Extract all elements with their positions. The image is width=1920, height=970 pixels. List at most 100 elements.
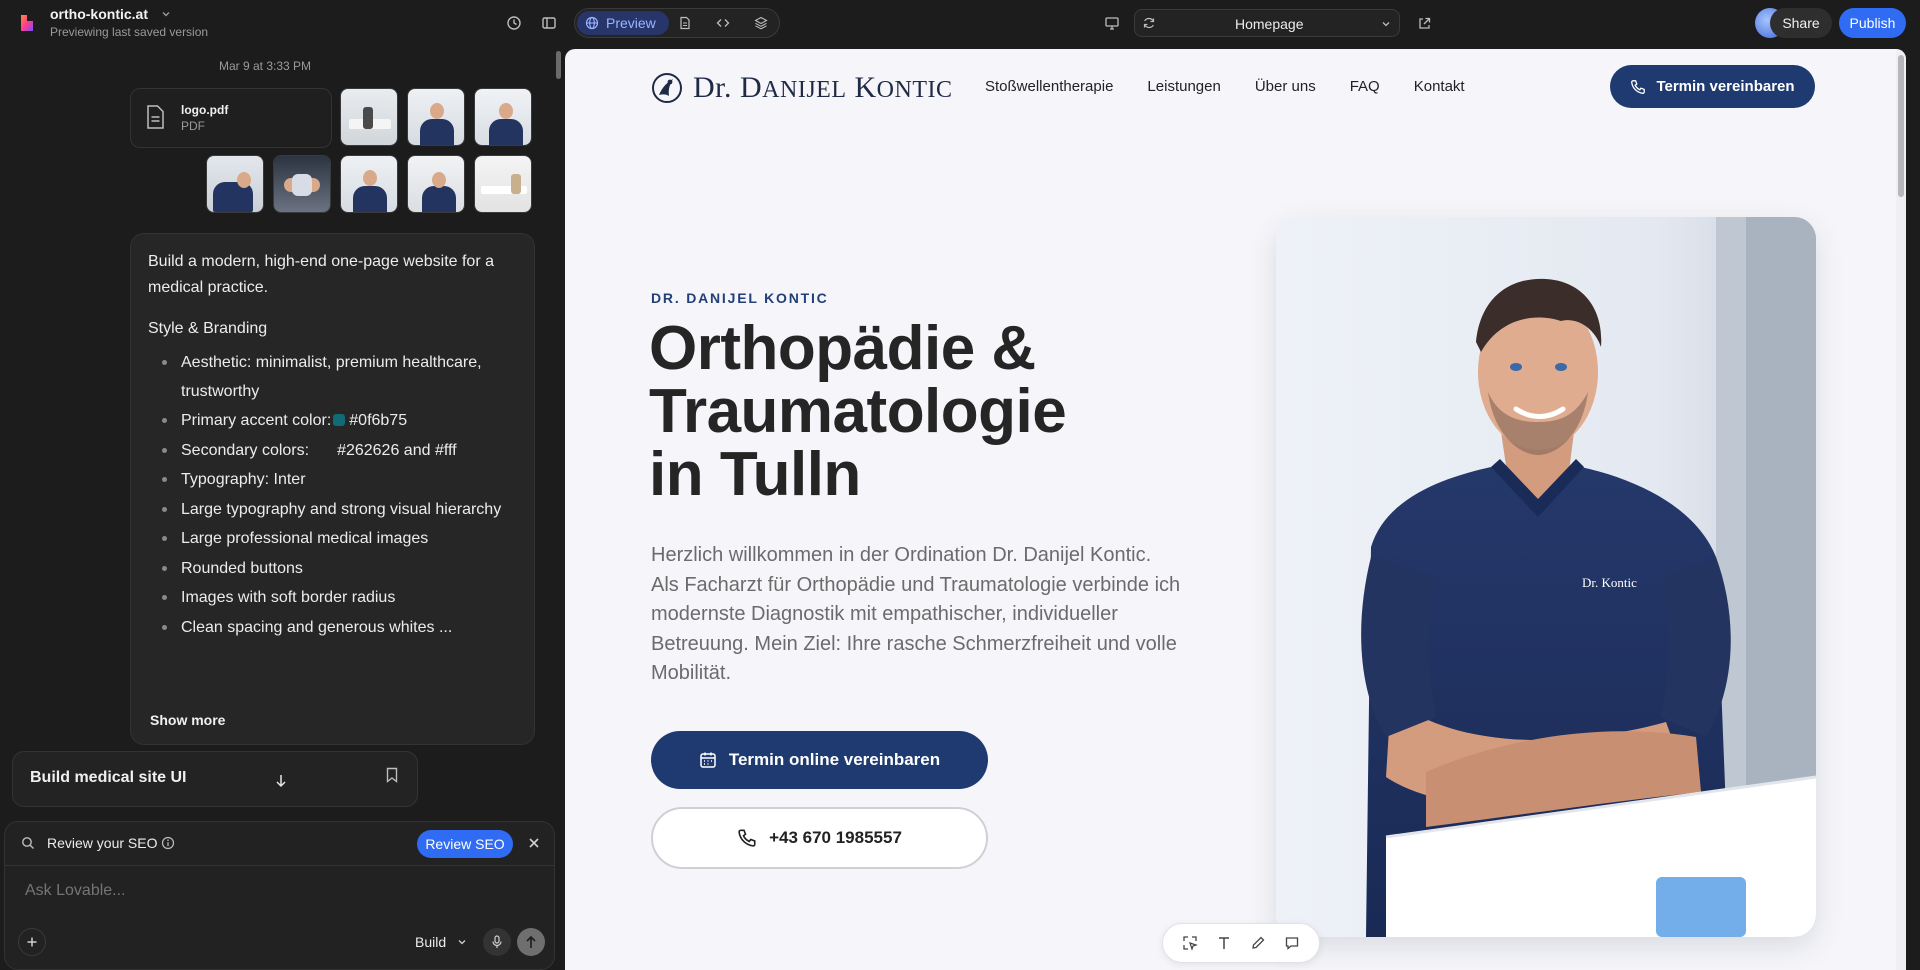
nav-link-kontakt[interactable]: Kontakt (1414, 78, 1465, 95)
composer: Review your SEO Review SEO Build (4, 821, 555, 970)
site-header: Dr. Danijel Kontic Stoßwellentherapie Le… (565, 49, 1896, 139)
user-message: Build a modern, high-end one-page websit… (130, 233, 535, 745)
visual-edit-toolbar (1162, 923, 1320, 963)
seo-text: Review your SEO (47, 835, 158, 851)
attachment-name: logo.pdf (181, 103, 229, 117)
chevron-down-icon (1381, 19, 1391, 29)
plus-icon (27, 937, 37, 947)
share-button[interactable]: Share (1770, 8, 1832, 38)
attachment-card[interactable]: logo.pdf PDF (130, 88, 332, 148)
open-external-icon[interactable] (1410, 9, 1438, 37)
list-item: Images with soft border radius (148, 583, 528, 613)
image-thumbnail[interactable] (340, 88, 398, 146)
chevron-down-icon[interactable] (457, 937, 467, 947)
phone-icon (1631, 79, 1646, 94)
bookmark-icon[interactable] (385, 767, 399, 783)
review-seo-button[interactable]: Review SEO (417, 830, 513, 858)
image-thumbnail[interactable] (407, 88, 465, 146)
text-tool-icon[interactable] (1216, 935, 1232, 951)
list-item: Aesthetic: minimalist, premium healthcar… (148, 348, 528, 406)
arrow-up-icon (526, 935, 536, 948)
show-more-button[interactable]: Show more (150, 712, 225, 728)
color-swatch-icon (315, 443, 328, 456)
image-thumbnail[interactable] (474, 155, 532, 213)
close-icon[interactable] (527, 836, 541, 850)
book-online-label: Termin online vereinbaren (728, 750, 941, 769)
info-icon[interactable] (161, 836, 175, 850)
doctor-portrait-image: Dr. Kontic (1276, 217, 1816, 937)
task-card[interactable]: Build medical site UI (12, 751, 418, 807)
refresh-icon[interactable] (1135, 9, 1163, 37)
call-phone-button[interactable]: +43 670 1985557 (651, 807, 988, 869)
hero-eyebrow: DR. DANIJEL KONTIC (651, 290, 829, 306)
list-item-label: Primary accent color: (181, 412, 332, 429)
microphone-button[interactable] (483, 928, 511, 956)
top-bar: ortho-kontic.at Previewing last saved ve… (0, 0, 1920, 47)
preview-scrollbar[interactable] (1896, 49, 1906, 970)
list-item: Large typography and strong visual hiera… (148, 495, 528, 525)
project-name[interactable]: ortho-kontic.at (50, 6, 148, 22)
seo-suggestion: Review your SEO Review SEO (5, 822, 554, 866)
book-appointment-button[interactable]: Termin vereinbaren (1610, 65, 1815, 108)
message-section-title: Style & Branding (148, 320, 268, 337)
tab-layers-icon[interactable] (747, 9, 775, 37)
book-online-button[interactable]: Termin online vereinbaren (651, 731, 988, 789)
desktop-view-icon[interactable] (1098, 9, 1126, 37)
route-label: Homepage (1235, 16, 1304, 32)
phone-icon (738, 829, 756, 847)
site-nav: Stoßwellentherapie Leistungen Über uns F… (985, 78, 1465, 95)
list-item-label: Secondary colors: (181, 441, 310, 459)
list-item: Secondary colors: #262626 and #fff (148, 436, 528, 466)
tab-code-icon[interactable] (709, 9, 737, 37)
project-subtitle: Previewing last saved version (50, 25, 209, 39)
send-button[interactable] (517, 928, 545, 956)
image-thumbnail[interactable] (340, 155, 398, 213)
add-attachment-button[interactable] (18, 928, 46, 956)
tab-docs-file-icon[interactable] (671, 9, 699, 37)
list-item: Typography: Inter (148, 465, 528, 495)
nav-link-ueber-uns[interactable]: Über uns (1255, 78, 1316, 95)
color-swatch-icon (333, 414, 346, 426)
tab-preview-label: Preview (606, 15, 656, 31)
select-element-icon[interactable] (1182, 935, 1198, 951)
secondary-color-value: #262626 and #fff (337, 441, 457, 459)
list-item: Primary accent color: #0f6b75 (148, 406, 528, 436)
publish-button[interactable]: Publish (1839, 8, 1906, 38)
message-intro: Build a modern, high-end one-page websit… (148, 253, 494, 296)
website-preview: Dr. Danijel Kontic Stoßwellentherapie Le… (565, 49, 1906, 970)
chat-scrollbar[interactable] (556, 51, 561, 79)
microphone-icon (492, 935, 502, 948)
chat-input[interactable] (25, 882, 525, 900)
mode-selector[interactable]: Build (415, 934, 446, 950)
nav-link-faq[interactable]: FAQ (1350, 78, 1380, 95)
image-thumbnail[interactable] (407, 155, 465, 213)
nav-link-stosswellentherapie[interactable]: Stoßwellentherapie (985, 78, 1113, 95)
book-appointment-label: Termin vereinbaren (1656, 78, 1795, 95)
site-logo[interactable]: Dr. Danijel Kontic (651, 71, 953, 105)
list-item: Rounded buttons (148, 554, 528, 584)
pencil-icon[interactable] (1250, 935, 1266, 951)
route-selector[interactable]: Homepage (1134, 9, 1400, 37)
chevron-down-icon[interactable] (160, 8, 172, 20)
primary-color-value: #0f6b75 (349, 412, 408, 429)
arrow-down-icon[interactable] (275, 774, 287, 788)
list-item: Clean spacing and generous whites ... (148, 613, 528, 643)
nav-link-leistungen[interactable]: Leistungen (1147, 78, 1220, 95)
comment-icon[interactable] (1284, 935, 1300, 951)
image-thumbnail[interactable] (206, 155, 264, 213)
tab-preview[interactable]: Preview (577, 11, 669, 35)
search-icon (21, 836, 35, 850)
history-icon[interactable] (500, 9, 528, 37)
phone-number: +43 670 1985557 (769, 828, 902, 847)
sidebar-toggle-icon[interactable] (535, 9, 563, 37)
image-thumbnail[interactable] (474, 88, 532, 146)
message-timestamp: Mar 9 at 3:33 PM (218, 59, 312, 73)
lovable-logo-icon[interactable] (17, 13, 37, 33)
file-icon (145, 105, 165, 129)
image-thumbnail[interactable] (273, 155, 331, 213)
attachment-type: PDF (181, 119, 205, 133)
chat-panel: Mar 9 at 3:33 PM logo.pdf PDF Build a mo… (0, 47, 563, 970)
view-switcher: Preview (574, 8, 780, 38)
task-card-title: Build medical site UI (30, 769, 187, 786)
calendar-icon (700, 752, 716, 768)
